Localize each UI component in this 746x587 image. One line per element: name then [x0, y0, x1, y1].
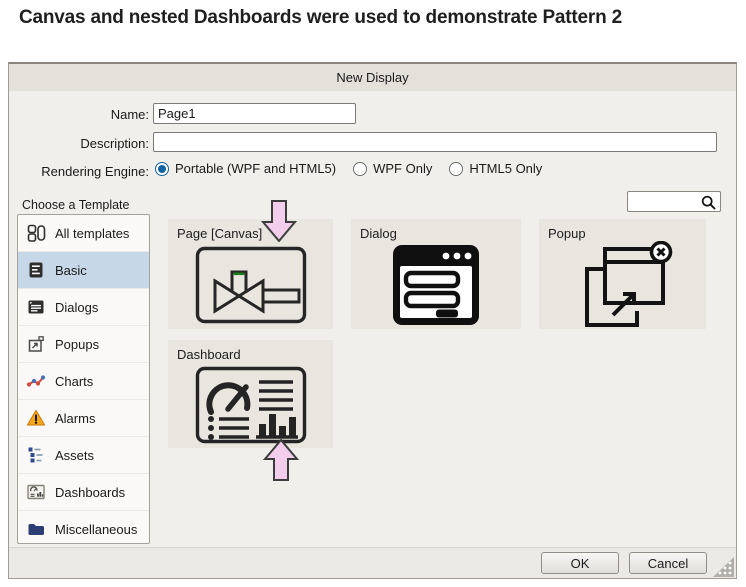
radio-label: HTML5 Only	[469, 161, 543, 176]
sidebar-item-miscellaneous[interactable]: Miscellaneous	[18, 511, 149, 543]
alarm-warning-icon	[26, 408, 46, 428]
sidebar-item-all-templates[interactable]: All templates	[18, 215, 149, 252]
pink-down-arrow-annotation	[261, 200, 297, 242]
template-tile-popup[interactable]: Popup	[539, 219, 706, 329]
description-label: Description:	[80, 136, 149, 151]
page-canvas-valve-icon	[195, 246, 306, 324]
template-search-box	[627, 191, 721, 212]
dashboards-mini-icon	[26, 482, 46, 502]
dialog-window-icon	[393, 245, 479, 325]
rendering-engine-label: Rendering Engine:	[41, 164, 149, 179]
all-templates-icon	[26, 223, 46, 243]
radio-portable[interactable]: Portable (WPF and HTML5)	[155, 161, 336, 176]
template-tile-page-canvas[interactable]: Page [Canvas]	[168, 219, 333, 329]
sidebar-item-label: Charts	[55, 373, 94, 389]
radio-html5-only[interactable]: HTML5 Only	[449, 161, 542, 176]
folder-icon	[26, 519, 46, 539]
sidebar-item-label: Dialogs	[55, 299, 99, 315]
name-label: Name:	[110, 107, 149, 122]
tile-label: Page [Canvas]	[177, 226, 263, 241]
radio-label: WPF Only	[373, 161, 433, 176]
choose-template-label: Choose a Template	[22, 198, 130, 212]
tile-label: Dialog	[360, 226, 397, 241]
search-icon	[701, 195, 716, 210]
sidebar-item-basic[interactable]: Basic	[18, 252, 149, 289]
tile-label: Popup	[548, 226, 586, 241]
sidebar-item-dialogs[interactable]: Dialogs	[18, 289, 149, 326]
template-search-input[interactable]	[631, 193, 705, 212]
template-category-list: All templates Basic Dialogs Popups Chart…	[17, 214, 150, 544]
radio-wpf-only[interactable]: WPF Only	[353, 161, 432, 176]
sidebar-item-label: Alarms	[55, 410, 96, 426]
template-tile-dialog[interactable]: Dialog	[351, 219, 521, 329]
dialog-footer: OK Cancel	[9, 547, 736, 578]
sidebar-item-charts[interactable]: Charts	[18, 363, 149, 400]
assets-tree-icon	[26, 445, 46, 465]
resize-grip-icon[interactable]	[710, 557, 734, 577]
sidebar-item-label: Dashboards	[55, 484, 126, 500]
dialog-title-bar[interactable]: New Display	[9, 64, 736, 91]
radio-selected-icon	[155, 161, 169, 176]
sidebar-item-label: Miscellaneous	[55, 521, 138, 537]
sidebar-item-popups[interactable]: Popups	[18, 326, 149, 363]
popup-window-icon	[584, 241, 672, 327]
sidebar-item-alarms[interactable]: Alarms	[18, 400, 149, 437]
template-tile-dashboard[interactable]: Dashboard	[168, 340, 333, 448]
radio-unselected-icon	[449, 161, 464, 176]
screenshot-stage: Canvas and nested Dashboards were used t…	[0, 0, 746, 587]
ok-button[interactable]: OK	[541, 552, 619, 574]
basic-document-icon	[26, 260, 46, 280]
popups-window-icon	[26, 334, 46, 354]
new-display-dialog: New Display Name: Description: Rendering…	[8, 62, 737, 579]
pink-up-arrow-annotation	[263, 439, 299, 481]
description-input[interactable]	[153, 132, 717, 152]
sidebar-item-assets[interactable]: Assets	[18, 437, 149, 474]
sidebar-item-label: Assets	[55, 447, 95, 463]
rendering-engine-radiogroup: Portable (WPF and HTML5) WPF Only HTML5 …	[155, 161, 542, 176]
sidebar-item-label: All templates	[55, 225, 130, 241]
radio-unselected-icon	[353, 161, 368, 176]
sidebar-item-dashboards[interactable]: Dashboards	[18, 474, 149, 511]
tile-label: Dashboard	[177, 347, 241, 362]
cancel-button[interactable]: Cancel	[629, 552, 707, 574]
sidebar-item-label: Basic	[55, 262, 87, 278]
radio-label: Portable (WPF and HTML5)	[175, 161, 337, 176]
charts-line-icon	[26, 371, 46, 391]
name-input[interactable]	[153, 103, 356, 124]
sidebar-item-label: Popups	[55, 336, 100, 352]
page-title: Canvas and nested Dashboards were used t…	[19, 7, 622, 28]
dialogs-window-icon	[26, 297, 46, 317]
dashboard-gauge-icon	[195, 366, 306, 444]
